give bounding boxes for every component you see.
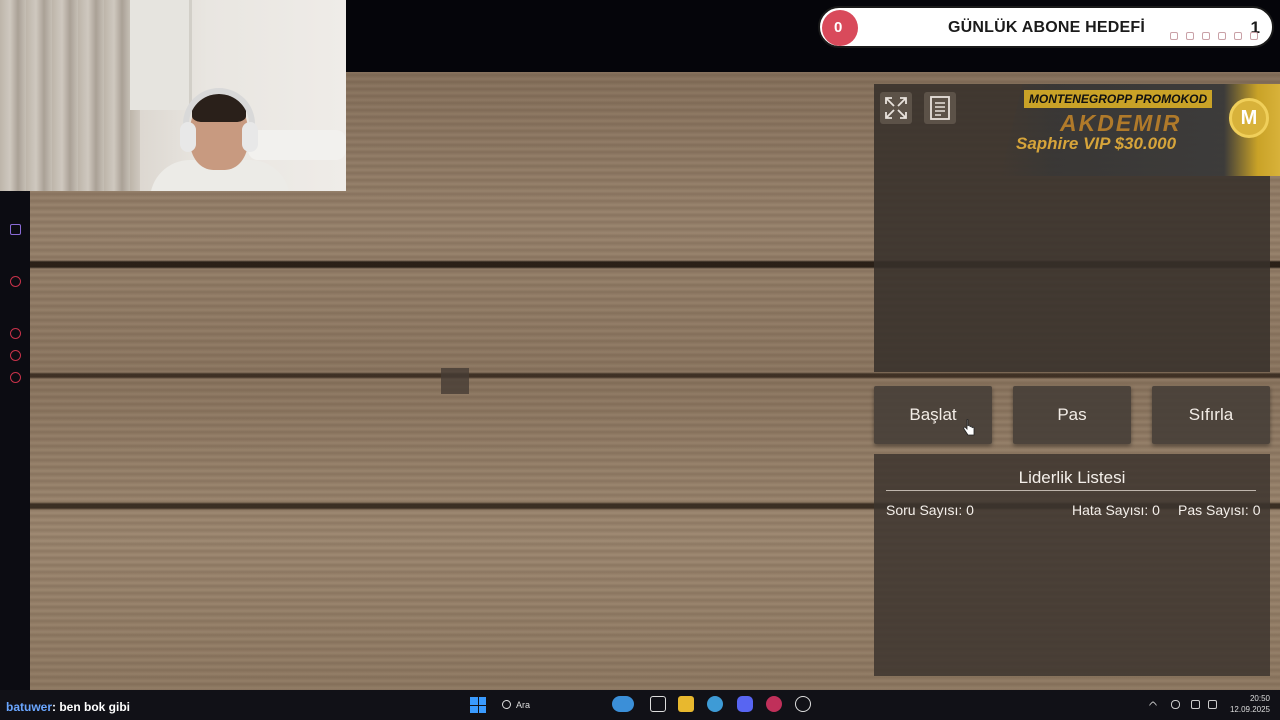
task-view-icon[interactable] — [650, 696, 666, 712]
chat-text: : ben bok gibi — [52, 700, 131, 714]
headphone-left-cup — [180, 122, 196, 152]
pass-count: Pas Sayısı: 0 — [1178, 502, 1261, 518]
leaderboard-title: Liderlik Listesi — [1018, 468, 1126, 487]
clock-icon[interactable] — [10, 328, 21, 339]
browser-icon[interactable] — [707, 696, 723, 712]
left-sidebar-strip — [0, 190, 30, 690]
copy-icon[interactable] — [1170, 32, 1178, 40]
webcam-curtain — [0, 0, 140, 191]
discord-icon[interactable] — [737, 696, 753, 712]
headphone-right-cup — [242, 122, 258, 152]
question-count: Soru Sayısı: 0 — [886, 502, 974, 518]
search-icon — [502, 700, 511, 709]
volume-icon[interactable] — [1208, 700, 1217, 709]
subscriber-goal-bar: 0 GÜNLÜK ABONE HEDEFİ 1 — [818, 6, 1274, 48]
document-icon — [930, 96, 950, 120]
taskbar-search-label: Ara — [516, 700, 531, 710]
error-count: Hata Sayısı: 0 — [1072, 502, 1160, 518]
record-icon[interactable] — [10, 276, 21, 287]
twitch-icon[interactable] — [10, 224, 21, 235]
weather-icon[interactable] — [612, 696, 634, 712]
leaderboard-divider — [886, 490, 1256, 491]
pass-button[interactable]: Pas — [1013, 386, 1131, 444]
windows-taskbar — [0, 690, 1280, 720]
microphone-icon[interactable] — [1171, 700, 1180, 709]
reset-button[interactable]: Sıfırla — [1152, 386, 1270, 444]
heart-icon[interactable] — [1202, 32, 1210, 40]
leaderboard-panel: Liderlik Listesi Soru Sayısı: 0 Hata Say… — [874, 454, 1270, 676]
stream-layout: 0 GÜNLÜK ABONE HEDEFİ 1 MONTENEGROPP PRO… — [0, 0, 1280, 720]
board-tile — [441, 368, 469, 394]
goal-current-count: 0 — [822, 10, 858, 46]
shield-icon[interactable] — [1186, 32, 1194, 40]
clock-date: 12.09.2025 — [1229, 705, 1270, 714]
profile-icon[interactable] — [1218, 32, 1226, 40]
chat-message: batuwer: ben bok gibi — [6, 700, 130, 714]
start-menu-button[interactable] — [470, 697, 486, 713]
download-icon[interactable] — [1234, 32, 1242, 40]
fullscreen-icon — [885, 97, 907, 119]
clock-time: 20:50 — [1249, 694, 1270, 703]
menu-icon[interactable] — [1250, 32, 1258, 40]
promo-label: MONTENEGROPP PROMOKOD — [1024, 90, 1212, 108]
webcam-overlay — [0, 0, 346, 191]
promo-logo: M — [1229, 98, 1269, 138]
obs-icon[interactable] — [766, 696, 782, 712]
rules-button[interactable] — [924, 92, 956, 124]
fullscreen-button[interactable] — [880, 92, 912, 124]
promo-vip-text: Saphire VIP $30.000 — [1016, 134, 1177, 153]
file-explorer-icon[interactable] — [678, 696, 694, 712]
webcam-bed — [248, 130, 346, 160]
refresh-icon[interactable] — [10, 350, 21, 361]
taskbar-clock[interactable]: 20:50 12.09.2025 — [1226, 693, 1270, 715]
goal-toolbar-icons — [1170, 32, 1258, 40]
gear-icon[interactable] — [10, 372, 21, 383]
promo-code: AKDEMIR — [1060, 110, 1182, 136]
taskbar-search[interactable]: Ara — [496, 694, 576, 716]
hand-cursor-icon — [963, 419, 975, 436]
chat-username: batuwer — [6, 700, 53, 714]
webcam-door — [130, 0, 192, 110]
goal-title: GÜNLÜK ABONE HEDEFİ — [948, 19, 1145, 36]
chrome-icon[interactable] — [795, 696, 811, 712]
display-icon[interactable] — [1191, 700, 1200, 709]
